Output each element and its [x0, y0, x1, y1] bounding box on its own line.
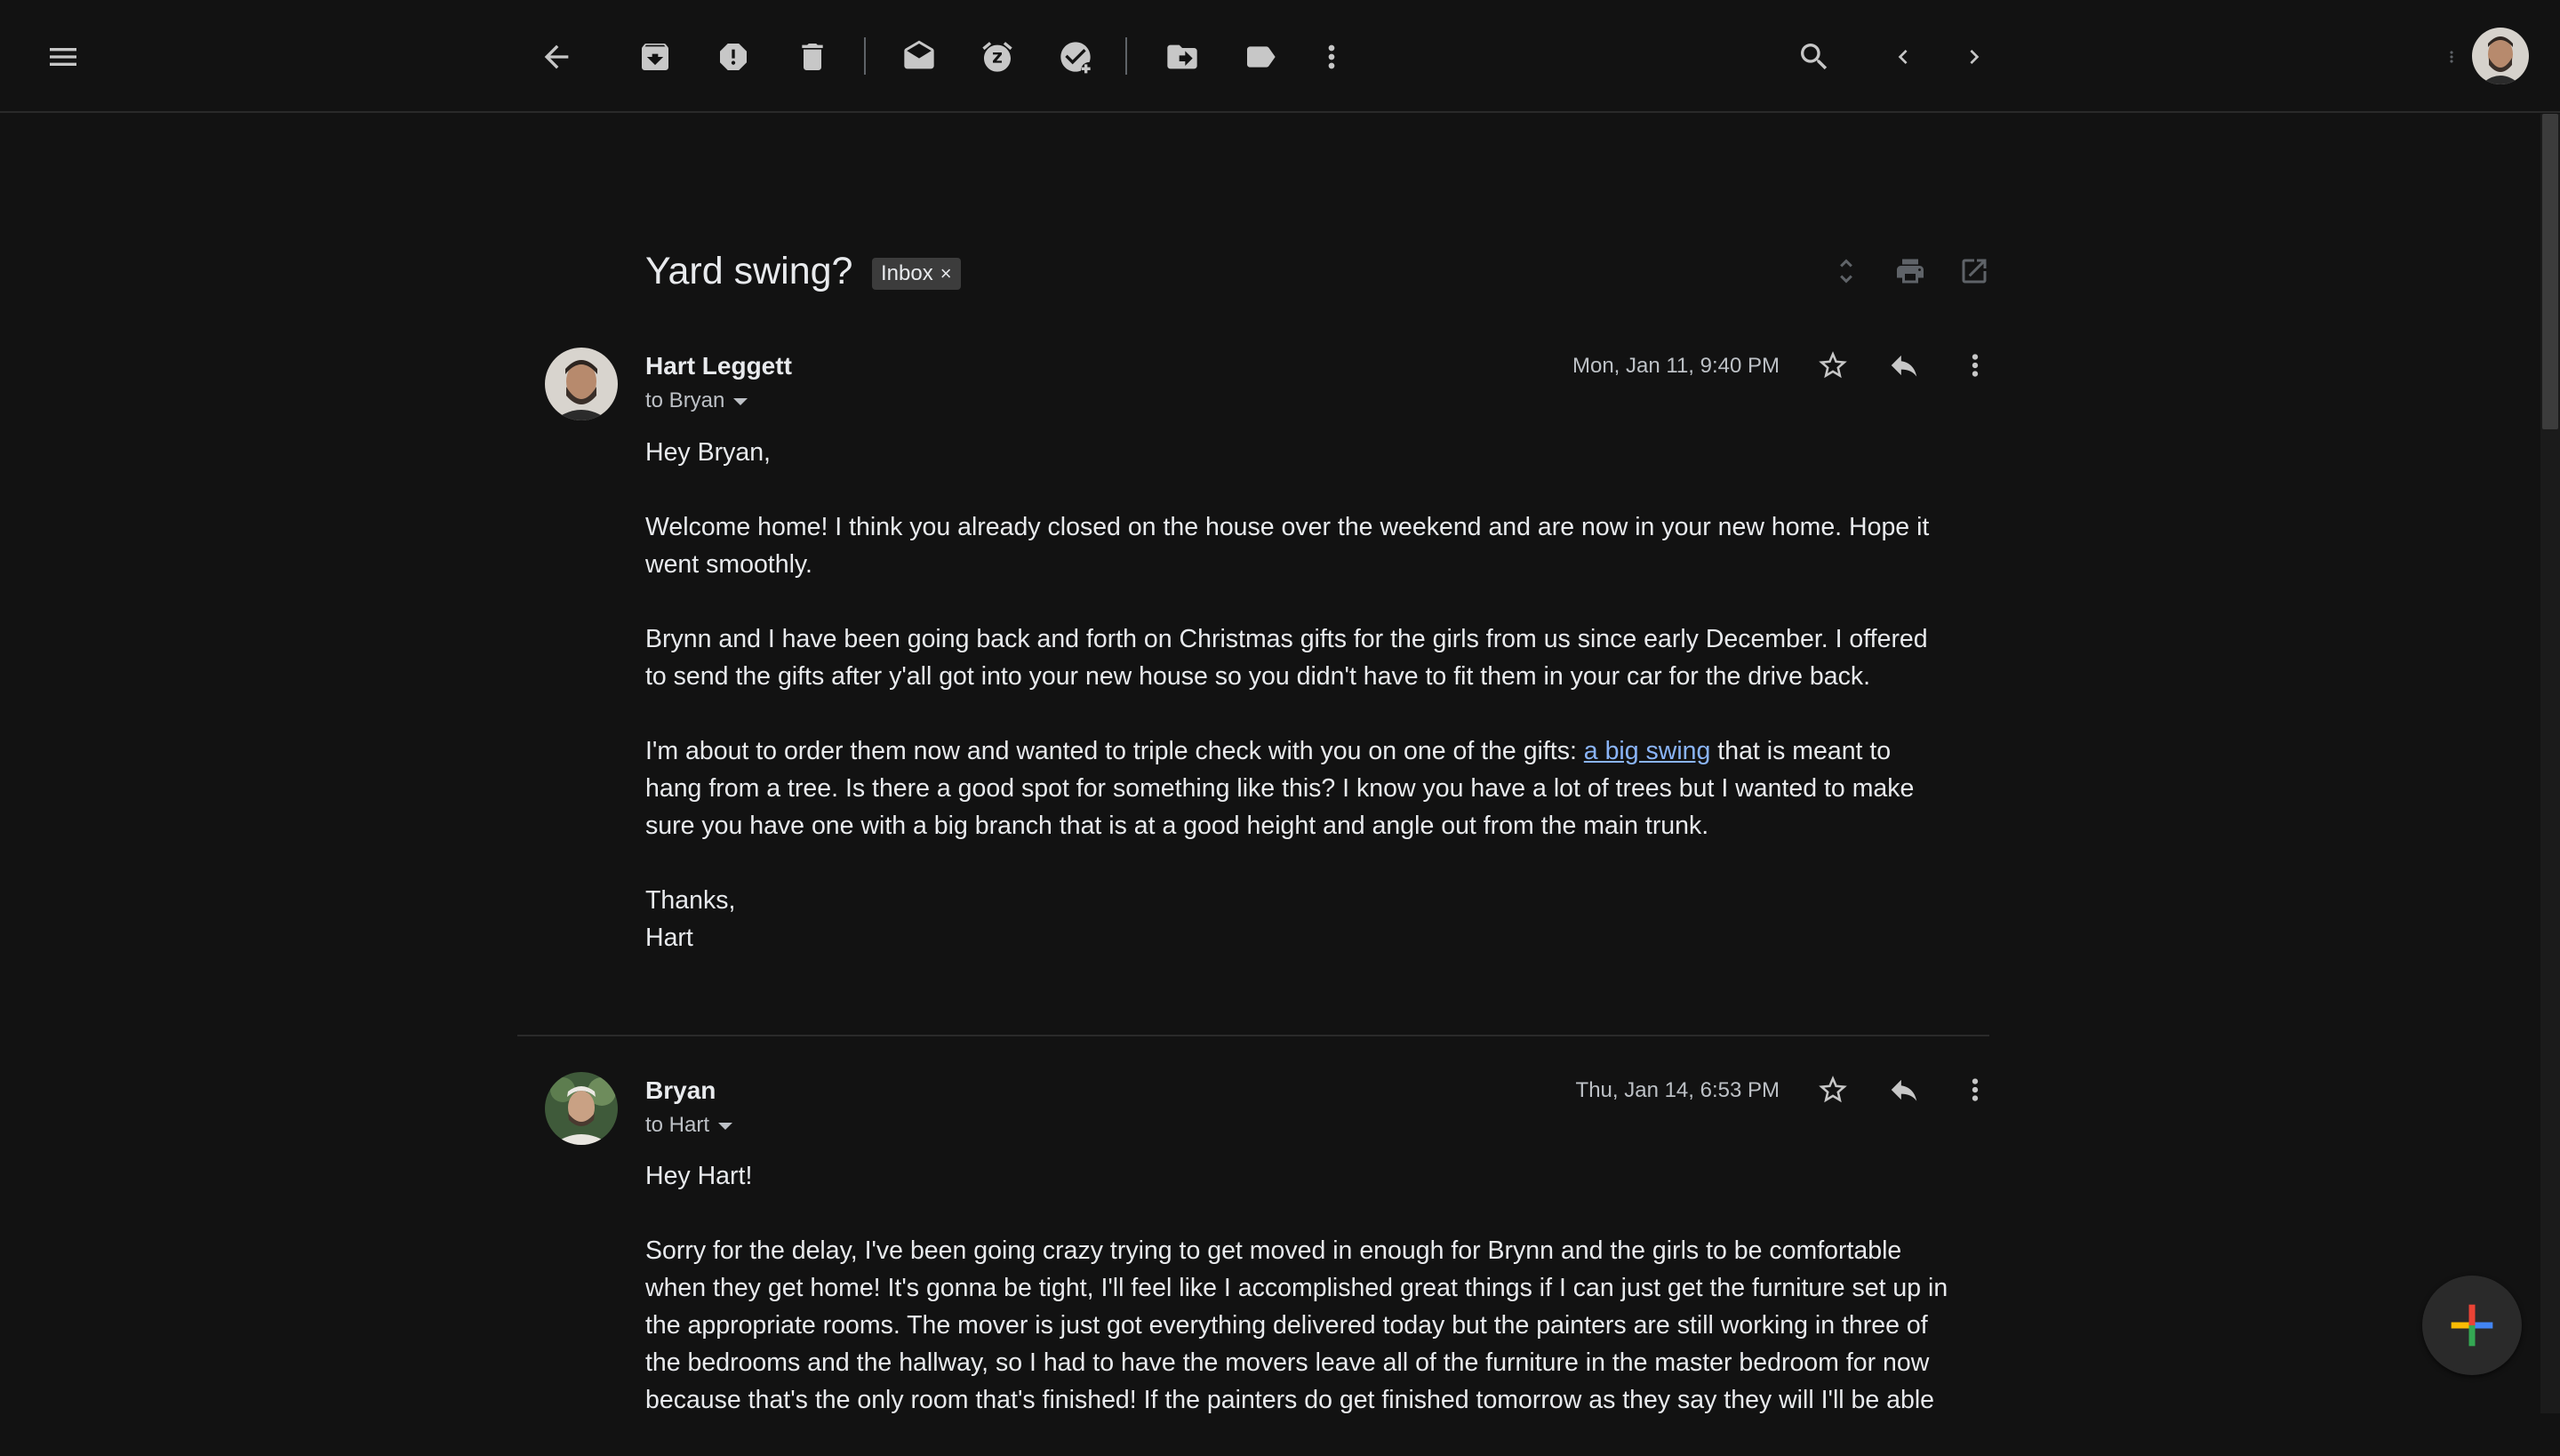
toolbar-divider	[864, 37, 866, 75]
message-body: Hey Bryan, Welcome home! I think you alr…	[645, 434, 1952, 956]
recipient-dropdown[interactable]: to Hart	[645, 1113, 733, 1138]
body-paragraph: I'm about to order them now and wanted t…	[645, 732, 1952, 844]
recipient-label: to Hart	[645, 1113, 710, 1137]
arrow-back-icon[interactable]	[532, 32, 581, 82]
message-more-icon[interactable]	[1950, 1065, 2000, 1115]
thread-subject: Yard swing?	[645, 250, 853, 292]
plus-icon	[2451, 1304, 2493, 1347]
mark-unread-icon[interactable]	[894, 32, 944, 82]
compose-button[interactable]	[2422, 1276, 2522, 1375]
message-date: Mon, Jan 11, 9:40 PM	[1572, 354, 1780, 378]
body-paragraph: Brynn and I have been going back and for…	[645, 625, 1928, 691]
swing-link[interactable]: a big swing	[1584, 737, 1711, 765]
toolbar	[0, 0, 2560, 113]
signoff: Thanks,	[645, 886, 736, 915]
greeting: Hey Hart!	[645, 1162, 753, 1190]
recipient-dropdown[interactable]: to Bryan	[645, 388, 748, 413]
star-icon[interactable]	[1808, 340, 1858, 390]
move-to-icon[interactable]	[1157, 32, 1207, 82]
caret-down-icon	[733, 398, 748, 405]
reply-icon[interactable]	[1879, 1065, 1929, 1115]
sender-avatar[interactable]	[545, 348, 618, 420]
body-paragraph: Sorry for the delay, I've been going cra…	[645, 1236, 1948, 1414]
body-paragraph: Welcome home! I think you already closed…	[645, 513, 1930, 579]
message-body: Hey Hart! Sorry for the delay, I've been…	[645, 1157, 1952, 1456]
scrollbar-thumb[interactable]	[2542, 114, 2558, 429]
expand-all-icon[interactable]	[1827, 252, 1866, 291]
signature: Hart	[645, 924, 693, 952]
message-more-icon[interactable]	[1950, 340, 2000, 390]
report-spam-icon[interactable]	[708, 32, 758, 82]
label-chip-text: Inbox	[881, 261, 933, 285]
star-icon[interactable]	[1808, 1065, 1858, 1115]
inbox-label-chip[interactable]: Inbox ×	[872, 258, 961, 290]
menu-icon[interactable]	[38, 32, 88, 82]
body-text-span: I'm about to order them now and wanted t…	[645, 737, 1584, 765]
apps-more-icon[interactable]	[2443, 32, 2460, 82]
trash-icon[interactable]	[788, 32, 837, 82]
message-divider	[517, 1035, 1989, 1036]
account-avatar[interactable]	[2472, 28, 2529, 84]
chevron-right-icon[interactable]	[1949, 32, 1999, 82]
add-task-icon[interactable]	[1051, 32, 1100, 82]
chevron-left-icon[interactable]	[1878, 32, 1928, 82]
sender-name: Bryan	[645, 1076, 716, 1104]
snooze-icon[interactable]	[972, 32, 1022, 82]
print-icon[interactable]	[1891, 252, 1930, 291]
open-in-new-window-icon[interactable]	[1955, 252, 1994, 291]
archive-icon[interactable]	[630, 32, 680, 82]
recipient-label: to Bryan	[645, 388, 725, 412]
message-date: Thu, Jan 14, 6:53 PM	[1575, 1078, 1780, 1102]
reply-icon[interactable]	[1879, 340, 1929, 390]
caret-down-icon	[718, 1123, 733, 1130]
search-icon[interactable]	[1789, 32, 1839, 82]
sender-name: Hart Leggett	[645, 352, 792, 380]
toolbar-divider	[1125, 37, 1127, 75]
remove-label-icon[interactable]: ×	[940, 258, 952, 290]
more-vert-icon[interactable]	[1307, 32, 1356, 82]
label-icon[interactable]	[1236, 32, 1285, 82]
greeting: Hey Bryan,	[645, 438, 771, 467]
sender-avatar[interactable]	[545, 1072, 618, 1145]
